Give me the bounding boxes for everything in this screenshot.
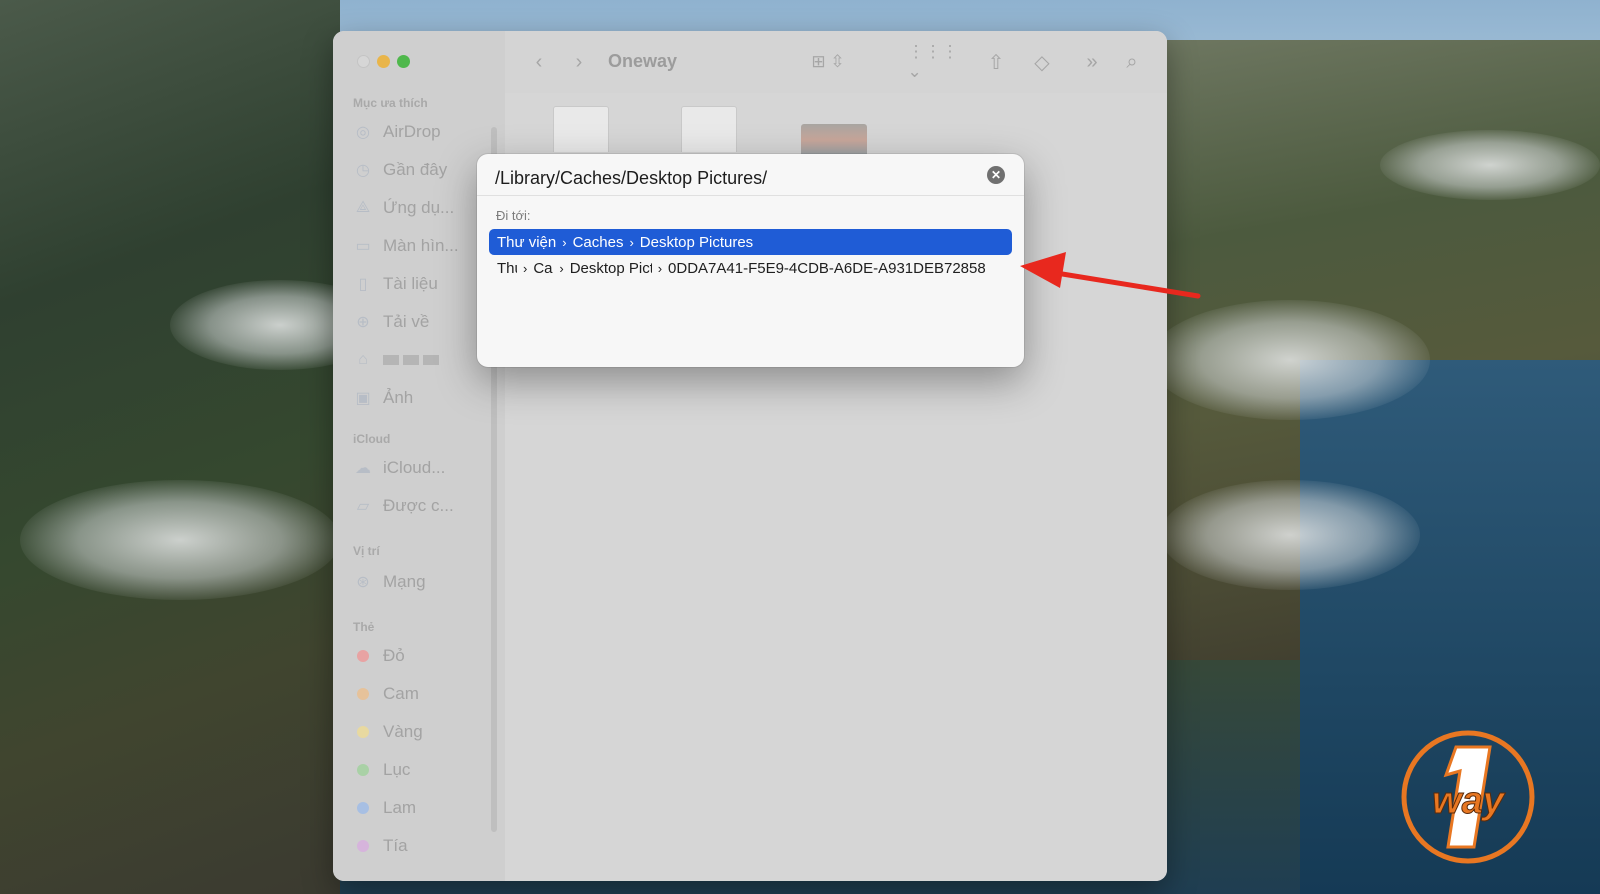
icon-view-icon[interactable]: ⊞ ⇳ bbox=[803, 49, 853, 75]
sidebar-tag-red[interactable]: Đỏ bbox=[353, 644, 405, 668]
sidebar-item-recents[interactable]: ◷ Gần đây bbox=[353, 158, 447, 182]
sidebar-section-icloud: iCloud bbox=[353, 432, 391, 446]
oneway-logo: way bbox=[1401, 730, 1535, 864]
applications-icon: ⟁ bbox=[355, 199, 371, 216]
image-thumbnail[interactable] bbox=[801, 124, 867, 156]
sidebar-tag-green[interactable]: Lục bbox=[353, 758, 410, 782]
sidebar-tag-orange[interactable]: Cam bbox=[353, 682, 419, 706]
sidebar-item-shared[interactable]: ▱ Được c... bbox=[353, 494, 454, 518]
path-input[interactable] bbox=[495, 163, 965, 193]
sidebar-item-label: iCloud... bbox=[383, 458, 446, 477]
sidebar-item-airdrop[interactable]: ◎ AirDrop bbox=[353, 120, 441, 144]
window-title: Oneway bbox=[608, 51, 678, 71]
sidebar-item-label: Gần đây bbox=[383, 160, 448, 179]
sidebar-tag-blue[interactable]: Lam bbox=[353, 796, 416, 820]
result-row[interactable]: Thư viện › Caches › Desktop Pictures › 0… bbox=[489, 255, 1012, 281]
tag-color-dot bbox=[357, 840, 369, 852]
sidebar-item-label: Màn hìn... bbox=[383, 236, 459, 255]
sidebar-section-favorites: Mục ưa thích bbox=[353, 96, 428, 110]
sidebar-section-locations: Vị trí bbox=[353, 544, 380, 558]
clock-icon: ◷ bbox=[356, 162, 370, 179]
crumb-part: 0DDA7A41-F5E9-4CDB-A6DE-A931DEB72858 bbox=[668, 259, 986, 277]
chevron-right-icon: › bbox=[629, 234, 634, 250]
sidebar-item-label: Cam bbox=[383, 684, 419, 703]
chevron-right-icon: › bbox=[562, 234, 567, 250]
svg-text:way: way bbox=[1432, 780, 1506, 822]
airdrop-icon: ◎ bbox=[356, 124, 370, 141]
sidebar-item-applications[interactable]: ⟁ Ứng dụ... bbox=[353, 196, 454, 220]
tag-color-dot bbox=[357, 802, 369, 814]
document-icon: ▯ bbox=[358, 276, 368, 293]
download-icon: ⊕ bbox=[356, 314, 370, 331]
sidebar-item-label: Tải về bbox=[383, 312, 430, 331]
blurred-username bbox=[383, 355, 439, 365]
group-icon[interactable]: ⋮⋮⋮ ⌄ bbox=[908, 42, 959, 81]
chevron-right-icon: › bbox=[559, 260, 564, 276]
crumb-part: Thư viện bbox=[497, 259, 517, 277]
zoom-window-button[interactable] bbox=[397, 55, 410, 68]
sidebar-item-label: Ảnh bbox=[383, 388, 414, 407]
tag-color-dot bbox=[357, 726, 369, 738]
chevron-right-icon: › bbox=[657, 260, 663, 276]
sidebar-item-downloads[interactable]: ⊕ Tải về bbox=[353, 310, 429, 334]
sidebar-item-documents[interactable]: ▯ Tài liệu bbox=[353, 272, 438, 296]
sidebar-item-label: Ứng dụ... bbox=[383, 198, 455, 217]
desktop-icon: ▭ bbox=[355, 238, 371, 255]
tag-color-dot bbox=[357, 650, 369, 662]
sidebar-item-label: Được c... bbox=[383, 496, 454, 515]
sidebar-item-label: Mạng bbox=[383, 572, 426, 591]
sidebar-item-network[interactable]: ⊛ Mạng bbox=[353, 570, 426, 594]
divider bbox=[477, 195, 1024, 196]
sidebar-item-icloud-drive[interactable]: ☁ iCloud... bbox=[353, 456, 445, 480]
crumb-part: Desktop Pictures bbox=[569, 259, 652, 277]
crumb-part: Thư viện bbox=[497, 233, 557, 251]
tag-color-dot bbox=[357, 688, 369, 700]
crumb-part: Caches bbox=[533, 259, 553, 277]
sidebar-tag-purple[interactable]: Tía bbox=[353, 834, 408, 858]
sidebar-item-desktop[interactable]: ▭ Màn hìn... bbox=[353, 234, 459, 258]
more-icon[interactable]: » bbox=[1079, 49, 1105, 75]
sidebar-item-label: Tía bbox=[383, 836, 408, 855]
sidebar-item-label: Vàng bbox=[383, 722, 423, 741]
results-heading: Đi tới: bbox=[496, 208, 531, 223]
minimize-window-button[interactable] bbox=[377, 55, 390, 68]
sidebar-item-home[interactable]: ⌂ bbox=[353, 348, 439, 372]
finder-toolbar: ‹ › Oneway ⊞ ⇳ ⋮⋮⋮ ⌄ ⇧ ◇ » ⌕ bbox=[505, 31, 1167, 93]
result-row-selected[interactable]: Thư viện › Caches › Desktop Pictures bbox=[489, 229, 1012, 255]
network-icon: ⊛ bbox=[356, 574, 370, 591]
sidebar-item-photos[interactable]: ▣ Ảnh bbox=[353, 386, 413, 410]
sidebar-item-label: Lục bbox=[383, 760, 411, 779]
forward-icon[interactable]: › bbox=[567, 49, 591, 75]
crumb-part: Caches bbox=[572, 233, 624, 251]
chevron-right-icon: › bbox=[523, 260, 528, 276]
clear-icon[interactable]: ✕ bbox=[987, 166, 1005, 184]
go-to-folder-dialog: ✕ Đi tới: Thư viện › Caches › Desktop Pi… bbox=[477, 154, 1024, 367]
sidebar-item-label: Lam bbox=[383, 798, 417, 817]
tag-color-dot bbox=[357, 764, 369, 776]
tag-icon[interactable]: ◇ bbox=[1029, 49, 1055, 75]
crumb-part: Desktop Pictures bbox=[639, 233, 754, 251]
back-icon[interactable]: ‹ bbox=[527, 49, 551, 75]
share-icon[interactable]: ⇧ bbox=[983, 49, 1009, 75]
sidebar-item-label: Đỏ bbox=[383, 646, 405, 665]
photos-icon: ▣ bbox=[355, 390, 371, 407]
shared-folder-icon: ▱ bbox=[356, 498, 370, 515]
search-icon[interactable]: ⌕ bbox=[1119, 49, 1145, 75]
close-window-button[interactable] bbox=[357, 55, 370, 68]
sidebar-item-label: Tài liệu bbox=[383, 274, 438, 293]
sidebar-tag-yellow[interactable]: Vàng bbox=[353, 720, 423, 744]
cloud-icon: ☁ bbox=[355, 460, 371, 477]
file-thumbnail[interactable] bbox=[553, 106, 609, 152]
home-icon: ⌂ bbox=[358, 351, 368, 368]
sidebar-section-tags: Thẻ bbox=[353, 620, 375, 634]
file-thumbnail[interactable] bbox=[681, 106, 737, 152]
sidebar-item-label: AirDrop bbox=[383, 122, 441, 141]
annotation-arrow bbox=[1020, 252, 1201, 299]
